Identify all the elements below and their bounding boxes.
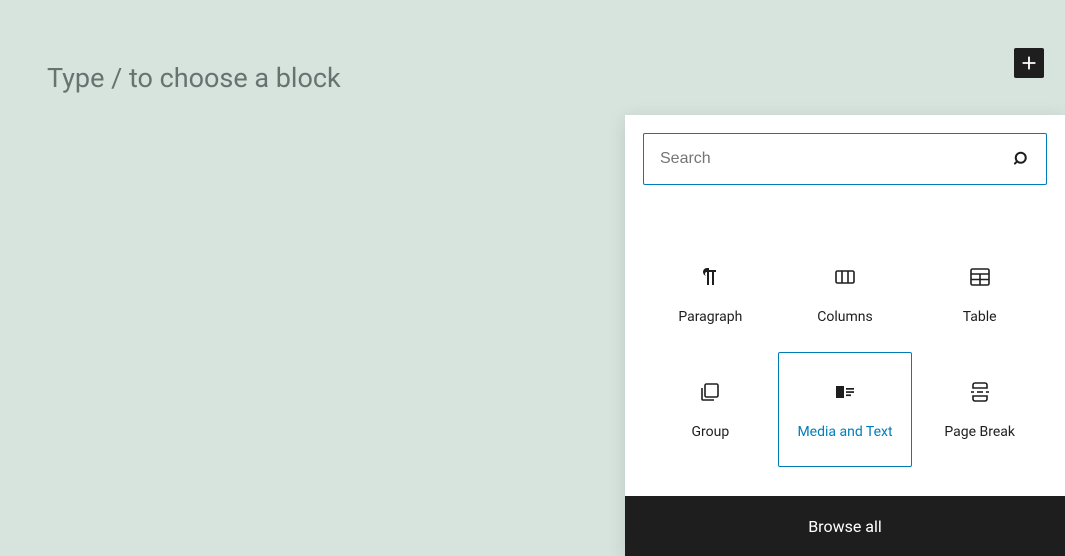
browse-all-button[interactable]: Browse all — [625, 496, 1065, 556]
block-label: Columns — [817, 309, 872, 325]
block-page-break[interactable]: Page Break — [912, 352, 1047, 467]
block-label: Table — [963, 309, 997, 325]
block-label: Group — [691, 424, 729, 440]
block-paragraph[interactable]: Paragraph — [643, 237, 778, 352]
columns-icon — [833, 265, 857, 289]
blocks-grid: Paragraph Columns Table Gr — [625, 185, 1065, 477]
search-container — [625, 115, 1065, 185]
group-icon — [698, 380, 722, 404]
block-media-and-text[interactable]: Media and Text — [778, 352, 913, 467]
search-icon — [1012, 149, 1032, 169]
add-block-button[interactable] — [1014, 48, 1044, 78]
plus-icon — [1018, 52, 1040, 74]
search-input[interactable] — [644, 134, 1046, 184]
block-group[interactable]: Group — [643, 352, 778, 467]
block-label: Paragraph — [678, 309, 742, 325]
search-field — [643, 133, 1047, 185]
table-icon — [968, 265, 992, 289]
editor-placeholder[interactable]: Type / to choose a block — [47, 62, 341, 94]
block-label: Media and Text — [797, 424, 892, 440]
block-inserter-panel: Paragraph Columns Table Gr — [625, 115, 1065, 556]
block-label: Page Break — [944, 424, 1015, 440]
block-table[interactable]: Table — [912, 237, 1047, 352]
paragraph-icon — [698, 265, 722, 289]
media-text-icon — [833, 380, 857, 404]
page-break-icon — [968, 380, 992, 404]
block-columns[interactable]: Columns — [778, 237, 913, 352]
